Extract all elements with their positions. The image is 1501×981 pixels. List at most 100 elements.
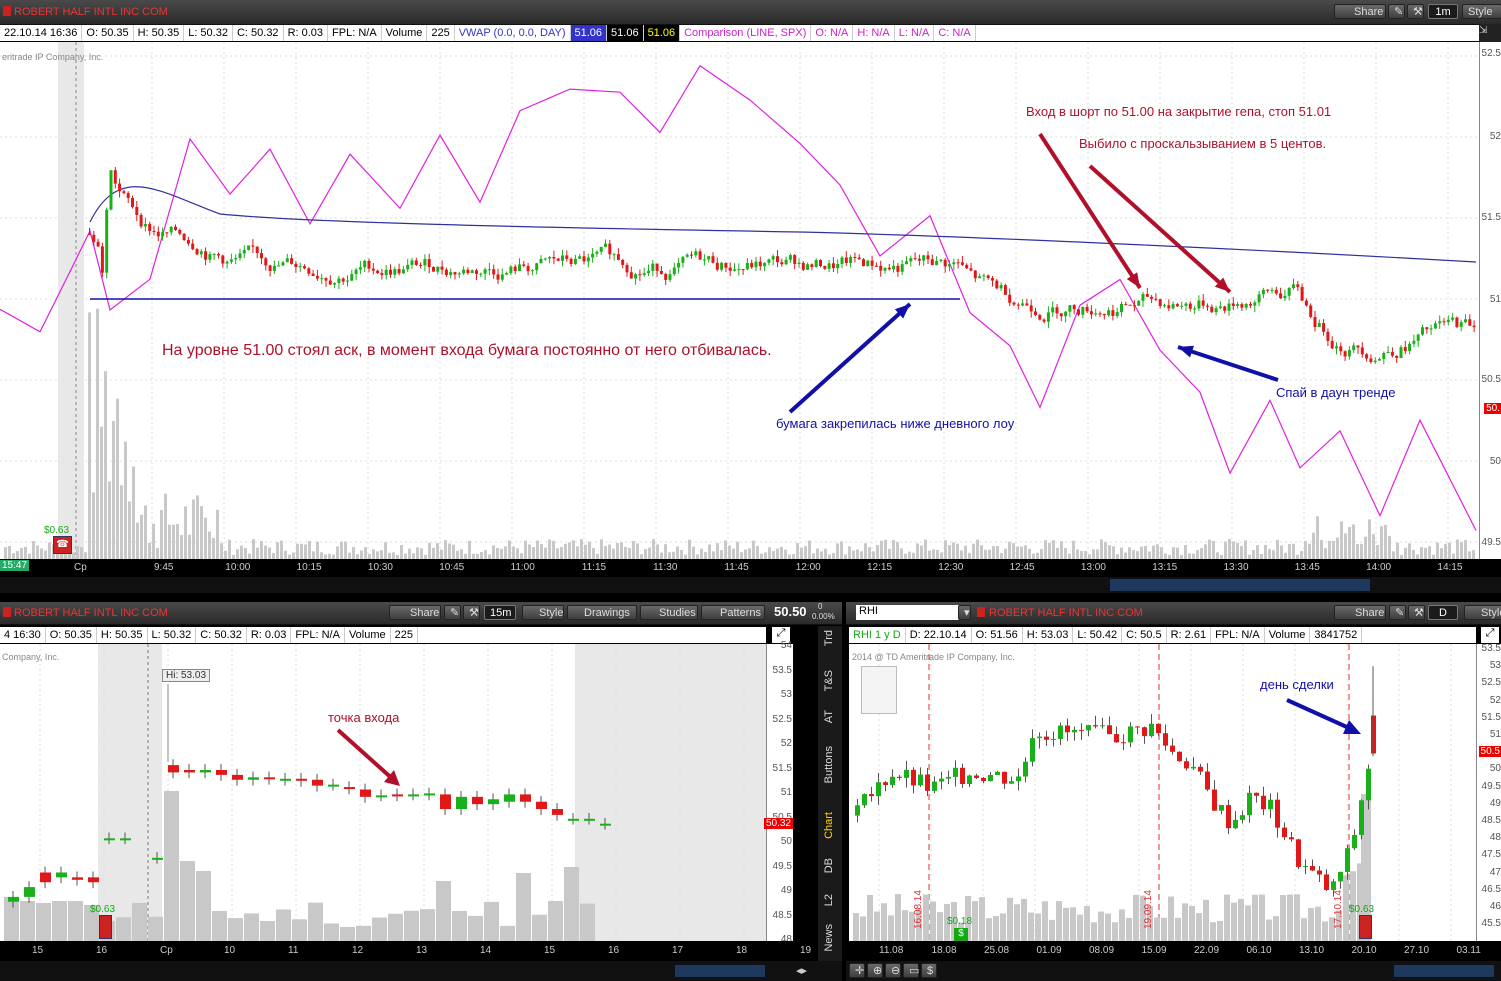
volume-bar bbox=[880, 540, 883, 559]
volume-bar bbox=[616, 542, 619, 559]
left-price-chart[interactable]: Company, Inc. Hi: 53.03 точка входа $0.6… bbox=[0, 644, 766, 941]
candle-body bbox=[397, 269, 401, 274]
side-tab-news[interactable]: News bbox=[823, 924, 835, 952]
volume-bar bbox=[84, 552, 87, 559]
left-scrollbar[interactable]: ◂▸ bbox=[0, 961, 842, 981]
volume-bar bbox=[320, 552, 323, 559]
left-patterns-button[interactable]: Patterns bbox=[701, 605, 765, 620]
expand-icon[interactable]: ⇲ bbox=[1479, 25, 1487, 36]
dollar-icon[interactable]: $ bbox=[921, 963, 937, 978]
left-drawings-button[interactable]: Drawings bbox=[567, 605, 637, 620]
candle-body bbox=[234, 258, 238, 260]
top-scroll-thumb[interactable] bbox=[1110, 579, 1370, 591]
volume-bar bbox=[32, 540, 35, 559]
candle-body bbox=[584, 818, 595, 821]
zoom-out-icon[interactable]: ⊖ bbox=[885, 963, 901, 978]
candle-body bbox=[1156, 723, 1161, 734]
top-scrollbar[interactable] bbox=[0, 577, 1501, 593]
top-drawing-tools-icon[interactable]: ✎ bbox=[1388, 4, 1405, 19]
volume-bar bbox=[544, 547, 547, 559]
time-tick: 10:30 bbox=[367, 562, 393, 573]
candle-body bbox=[892, 265, 896, 270]
volume-bar bbox=[892, 539, 895, 559]
crosshair-icon[interactable]: ✛ bbox=[849, 963, 865, 978]
left-symbol-link-icon[interactable] bbox=[3, 607, 11, 617]
volume-bar bbox=[1312, 532, 1315, 559]
left-drawing-tools-icon[interactable]: ✎ bbox=[444, 605, 461, 620]
volume-bar bbox=[888, 548, 891, 559]
side-tab-ts[interactable]: T&S bbox=[823, 670, 835, 691]
candle-body bbox=[1205, 771, 1210, 790]
candle-body bbox=[1068, 305, 1072, 312]
left-share-button[interactable]: Share bbox=[389, 605, 441, 620]
candle-body bbox=[296, 778, 307, 781]
right-dividend-icon-2[interactable] bbox=[1359, 915, 1372, 939]
side-tab-trd[interactable]: Trd bbox=[823, 630, 835, 646]
right-dividend-icon-1[interactable]: $ bbox=[954, 928, 968, 941]
time-tick: 12 bbox=[352, 945, 364, 956]
left-scroll-controls[interactable]: ◂▸ bbox=[796, 964, 807, 977]
candle-body bbox=[526, 265, 530, 272]
left-change-pct: 0.00% bbox=[812, 612, 835, 621]
right-price-chart[interactable]: 16.08.14 19.09.14 17.10.14 2014 @ TD Ameri… bbox=[849, 644, 1476, 941]
candle-body bbox=[118, 183, 122, 192]
right-symbol-dropdown-icon[interactable]: ▾ bbox=[958, 605, 971, 620]
right-style-button[interactable]: Style bbox=[1464, 605, 1501, 620]
candle-body bbox=[280, 778, 291, 781]
volume-bar bbox=[1396, 542, 1399, 559]
candle-body bbox=[303, 266, 306, 269]
left-style-button[interactable]: Style bbox=[522, 605, 564, 620]
volume-bar bbox=[536, 540, 539, 559]
top-price-chart[interactable]: eritrade IP Company, Inc. Вход в шорт по… bbox=[0, 42, 1479, 559]
candle-body bbox=[1399, 347, 1403, 358]
left-scroll-thumb[interactable] bbox=[675, 965, 765, 977]
left-interval-selector[interactable]: 15m bbox=[484, 605, 516, 620]
price-tick: 51.5 bbox=[1481, 212, 1501, 223]
candle-body bbox=[1064, 311, 1068, 317]
right-expand-icon[interactable]: ⤢ bbox=[1481, 627, 1499, 643]
top-settings-icon[interactable]: ⚒ bbox=[1407, 4, 1424, 19]
volume-bar bbox=[852, 550, 855, 559]
side-tab-at[interactable]: AT bbox=[823, 710, 835, 723]
side-tab-buttons[interactable]: Buttons bbox=[823, 746, 835, 783]
candle-body bbox=[1472, 325, 1476, 328]
right-share-button[interactable]: Share bbox=[1334, 605, 1386, 620]
right-scroll-thumb[interactable] bbox=[1394, 965, 1494, 977]
zoom-fit-icon[interactable]: ▭ bbox=[903, 963, 919, 978]
volume-bar bbox=[296, 543, 299, 559]
price-tick: 48.5 bbox=[772, 909, 792, 921]
left-studies-button[interactable]: Studies bbox=[640, 605, 698, 620]
side-tab-chart[interactable]: Chart bbox=[823, 812, 835, 839]
top-share-button[interactable]: Share bbox=[1334, 4, 1386, 19]
volume-bar bbox=[452, 911, 467, 941]
volume-bar bbox=[324, 923, 339, 941]
time-tick: 13:30 bbox=[1223, 562, 1249, 573]
quote-open: O: 51.56 bbox=[972, 627, 1023, 643]
right-symbol-input[interactable]: RHI bbox=[856, 605, 959, 620]
right-interval-selector[interactable]: D bbox=[1428, 605, 1458, 620]
top-style-button[interactable]: Style bbox=[1462, 4, 1501, 19]
candle-body bbox=[869, 794, 874, 797]
candle-body bbox=[1464, 319, 1467, 323]
volume-bar bbox=[1076, 549, 1079, 559]
zoom-in-icon[interactable]: ⊕ bbox=[867, 963, 883, 978]
side-tab-db[interactable]: DB bbox=[823, 858, 835, 873]
volume-bar bbox=[1280, 545, 1283, 559]
symbol-link-icon[interactable] bbox=[3, 6, 11, 16]
top-interval-selector[interactable]: 1m bbox=[1428, 4, 1458, 19]
volume-bar bbox=[448, 543, 451, 559]
right-drawing-tools-icon[interactable]: ✎ bbox=[1389, 605, 1406, 620]
candle-body bbox=[1296, 839, 1301, 867]
right-settings-icon[interactable]: ⚒ bbox=[1408, 605, 1425, 620]
candle-body bbox=[376, 795, 387, 798]
volume-bar bbox=[340, 927, 355, 941]
candle-body bbox=[866, 260, 870, 267]
candle-body bbox=[88, 877, 99, 883]
right-symbol-link-icon[interactable] bbox=[977, 607, 985, 617]
left-settings-icon[interactable]: ⚒ bbox=[463, 605, 480, 620]
dividend-icon[interactable]: ☎ bbox=[53, 536, 72, 554]
side-tab-l2[interactable]: L2 bbox=[823, 894, 835, 906]
left-dividend-icon[interactable] bbox=[99, 915, 112, 939]
volume-bar bbox=[986, 918, 992, 941]
price-tick: 52.5 bbox=[1481, 48, 1501, 59]
